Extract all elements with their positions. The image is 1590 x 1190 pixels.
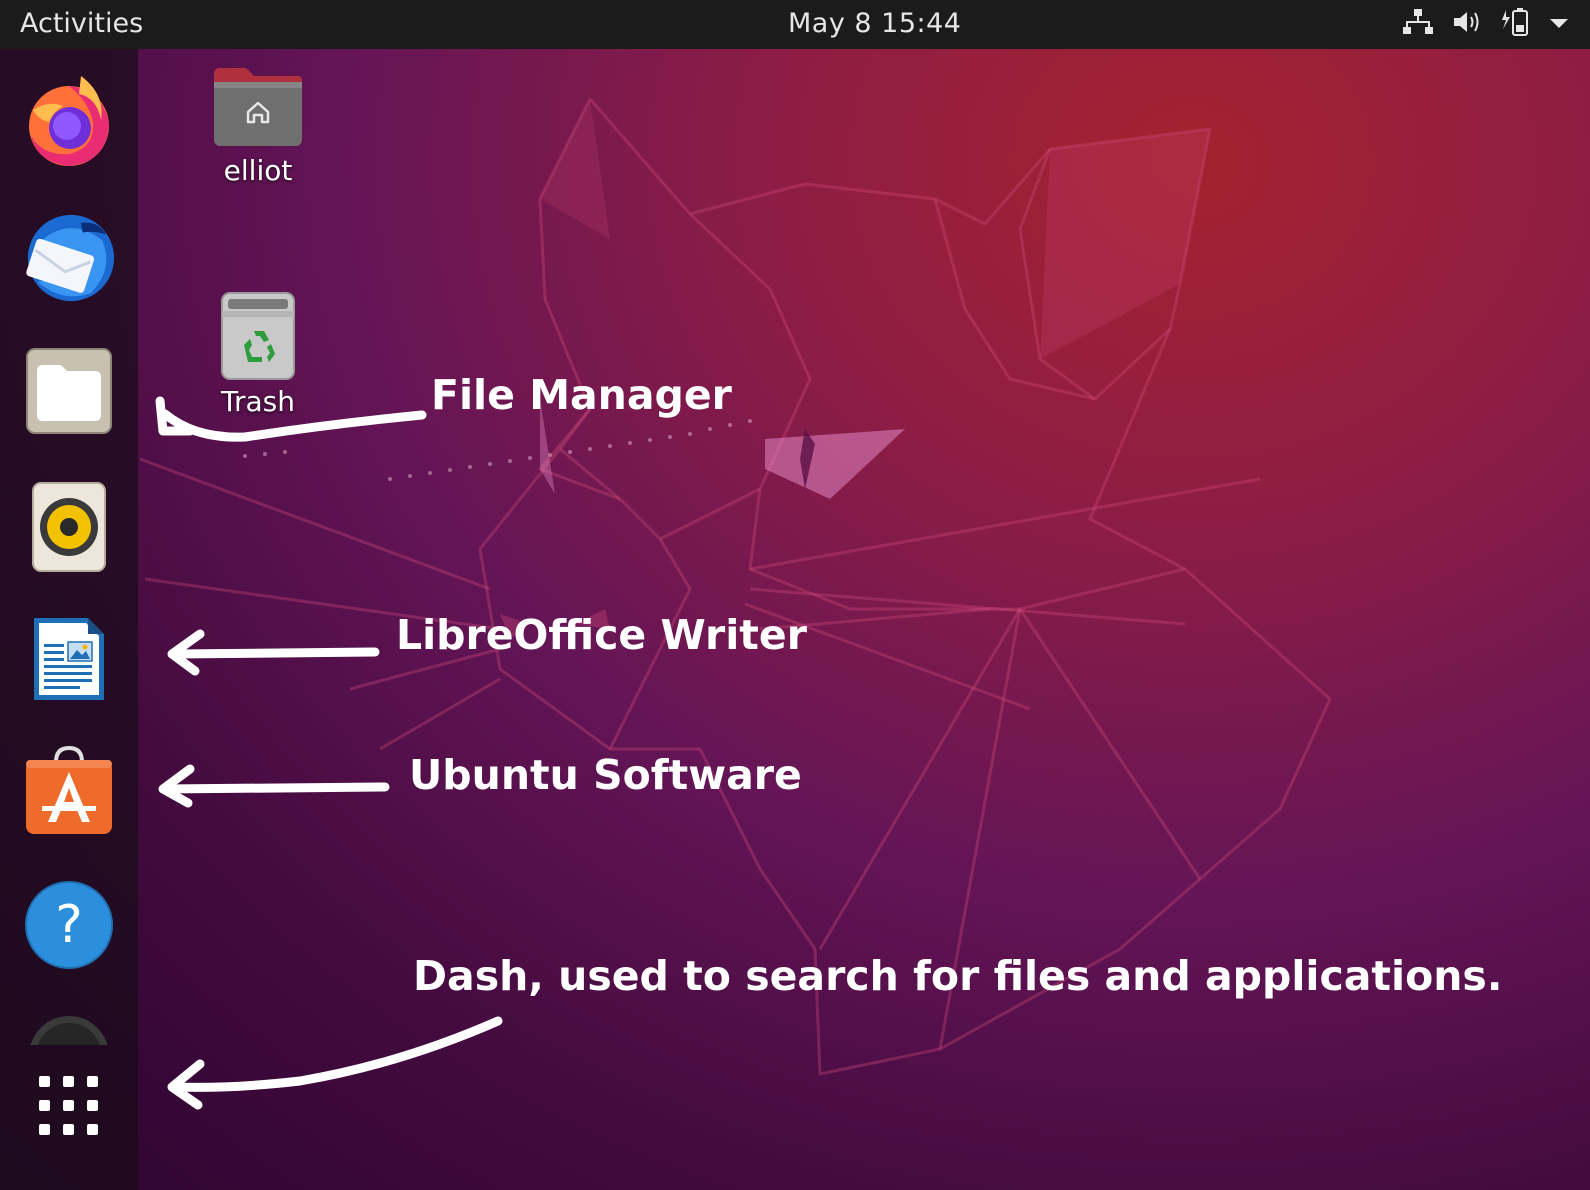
- top-bar: Activities May 8 15:44: [0, 0, 1590, 49]
- arrow-dash: [170, 1016, 503, 1092]
- show-applications-button[interactable]: [22, 1059, 116, 1153]
- help-icon: ?: [25, 881, 113, 969]
- desktop-background: elliot Trash File Manager LibreOffice Wr…: [0, 49, 1590, 1190]
- files-icon: [26, 348, 112, 434]
- dock-item-files[interactable]: [22, 344, 116, 438]
- rhythmbox-icon: [32, 482, 106, 572]
- dock: ?: [0, 49, 138, 1190]
- arrow-writer: [170, 647, 380, 659]
- network-icon[interactable]: [1402, 8, 1434, 40]
- annotation-software: Ubuntu Software: [409, 751, 802, 799]
- thunderbird-icon: [26, 214, 115, 302]
- annotation-writer: LibreOffice Writer: [396, 611, 807, 659]
- app-grid-icon: [39, 1076, 98, 1135]
- dock-item-ubuntu-software[interactable]: [22, 744, 116, 838]
- dock-item-partial[interactable]: [22, 1011, 116, 1045]
- system-menu-arrow-icon[interactable]: [1548, 15, 1570, 34]
- activities-button[interactable]: Activities: [20, 8, 143, 39]
- firefox-icon: [29, 76, 109, 166]
- dock-item-thunderbird[interactable]: [22, 211, 116, 305]
- svg-text:?: ?: [55, 895, 83, 955]
- annotation-dash: Dash, used to search for files and appli…: [413, 952, 1503, 1000]
- system-tray[interactable]: [1402, 6, 1570, 42]
- battery-icon[interactable]: [1500, 7, 1530, 41]
- writer-icon: [34, 618, 104, 700]
- disk-icon: [30, 1016, 108, 1045]
- annotation-file-manager: File Manager: [431, 371, 732, 419]
- volume-icon[interactable]: [1452, 8, 1482, 40]
- arrow-file-manager: [160, 409, 427, 442]
- dock-item-help[interactable]: ?: [22, 878, 116, 972]
- dock-item-rhythmbox[interactable]: [22, 480, 116, 574]
- clock-button[interactable]: May 8 15:44: [788, 8, 961, 39]
- dock-item-libreoffice-writer[interactable]: [22, 612, 116, 706]
- dock-item-firefox[interactable]: [22, 75, 116, 169]
- software-icon: [26, 746, 112, 834]
- arrow-software: [160, 782, 390, 794]
